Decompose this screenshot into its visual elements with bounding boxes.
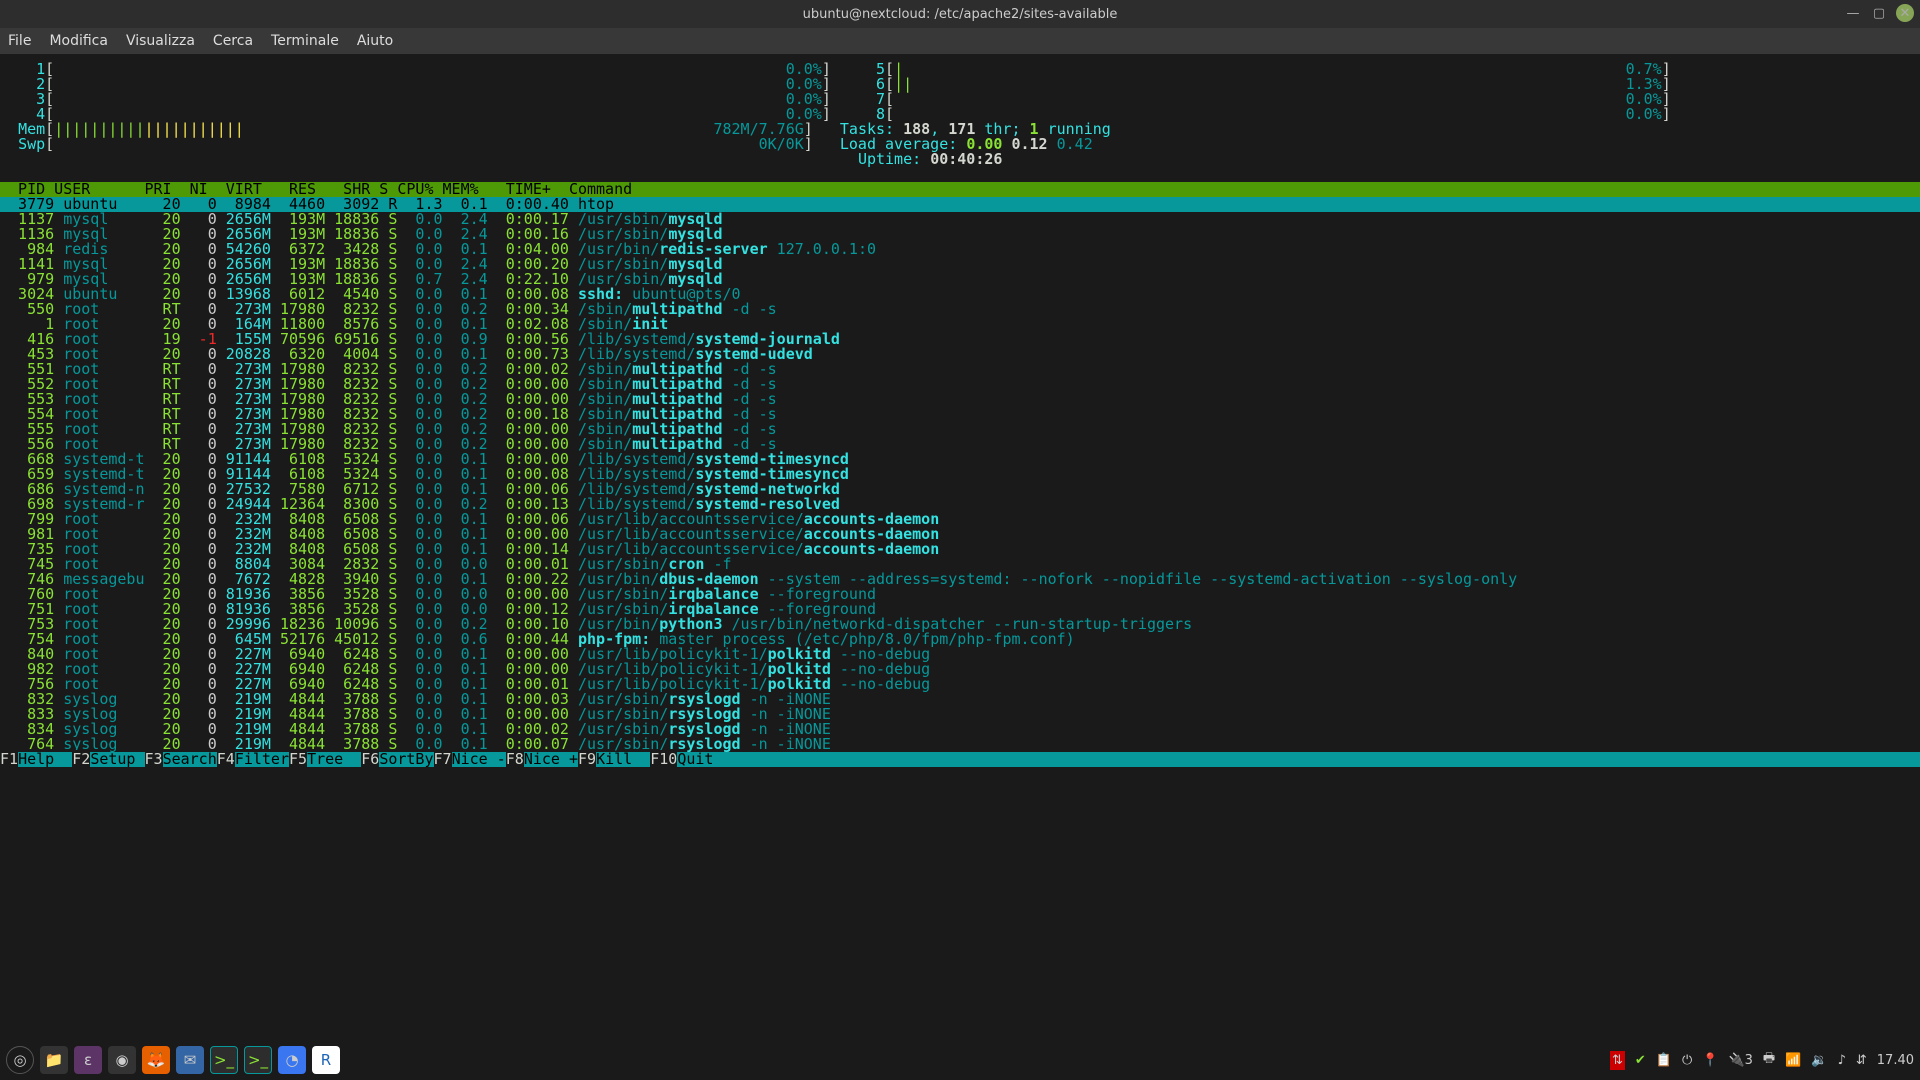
menu-help[interactable]: Aiuto <box>357 33 393 49</box>
tray-check-icon[interactable]: ✔ <box>1635 1053 1646 1068</box>
tray-location-icon[interactable]: 📍 <box>1702 1053 1718 1068</box>
tray-printer-icon[interactable]: 🖶 <box>1763 1049 1775 1071</box>
tray-plug-icon[interactable]: 🔌3 <box>1728 1053 1752 1068</box>
terminal-content[interactable]: 1[ 0.0%] 5[| 0.7%] 2[ <box>0 54 1920 1040</box>
menu-icon[interactable]: ◎ <box>6 1046 34 1074</box>
clock[interactable]: 17.40 <box>1877 1053 1914 1068</box>
menu-edit[interactable]: Modifica <box>49 33 108 49</box>
firefox-icon[interactable]: 🦊 <box>142 1046 170 1074</box>
terminal-window: ubuntu@nextcloud: /etc/apache2/sites-ava… <box>0 0 1920 1040</box>
obs-icon[interactable]: ◉ <box>108 1046 136 1074</box>
menubar: File Modifica Visualizza Cerca Terminale… <box>0 28 1920 54</box>
taskbar: ◎ 📁 ε ◉ 🦊 ✉ >_ >_ ◔ R ⇅ ✔ 📋 ⏻ 📍 🔌3 🖶 📶 🔉… <box>0 1040 1920 1080</box>
titlebar[interactable]: ubuntu@nextcloud: /etc/apache2/sites-ava… <box>0 0 1920 28</box>
tray-music-icon[interactable]: ♪ <box>1838 1053 1846 1068</box>
terminal-1-icon[interactable]: >_ <box>210 1046 238 1074</box>
window-title: ubuntu@nextcloud: /etc/apache2/sites-ava… <box>803 7 1118 22</box>
minimize-button[interactable]: — <box>1844 4 1862 22</box>
menu-file[interactable]: File <box>8 33 31 49</box>
menu-view[interactable]: Visualizza <box>126 33 195 49</box>
maximize-button[interactable]: ▢ <box>1870 4 1888 22</box>
r-icon[interactable]: R <box>312 1046 340 1074</box>
mail-icon[interactable]: ✉ <box>176 1046 204 1074</box>
menu-search[interactable]: Cerca <box>213 33 253 49</box>
tray-clipboard-icon[interactable]: 📋 <box>1656 1053 1672 1068</box>
signal-icon[interactable]: ◔ <box>278 1046 306 1074</box>
tray-wifi-icon[interactable]: 📶 <box>1785 1053 1801 1068</box>
tray-volume-icon[interactable]: 🔉 <box>1811 1053 1827 1068</box>
tray-power-icon[interactable]: ⏻ <box>1682 1053 1692 1068</box>
tray: ⇅ ✔ 📋 ⏻ 📍 🔌3 🖶 📶 🔉 ♪ ⇵ 17.40 <box>1610 1049 1914 1071</box>
files-icon[interactable]: 📁 <box>40 1046 68 1074</box>
menu-terminal[interactable]: Terminale <box>271 33 339 49</box>
tray-nc[interactable]: ⇅ <box>1610 1051 1625 1070</box>
tray-network-icon[interactable]: ⇵ <box>1856 1053 1867 1068</box>
emacs-icon[interactable]: ε <box>74 1046 102 1074</box>
close-button[interactable]: ✕ <box>1896 4 1914 22</box>
terminal-2-icon[interactable]: >_ <box>244 1046 272 1074</box>
